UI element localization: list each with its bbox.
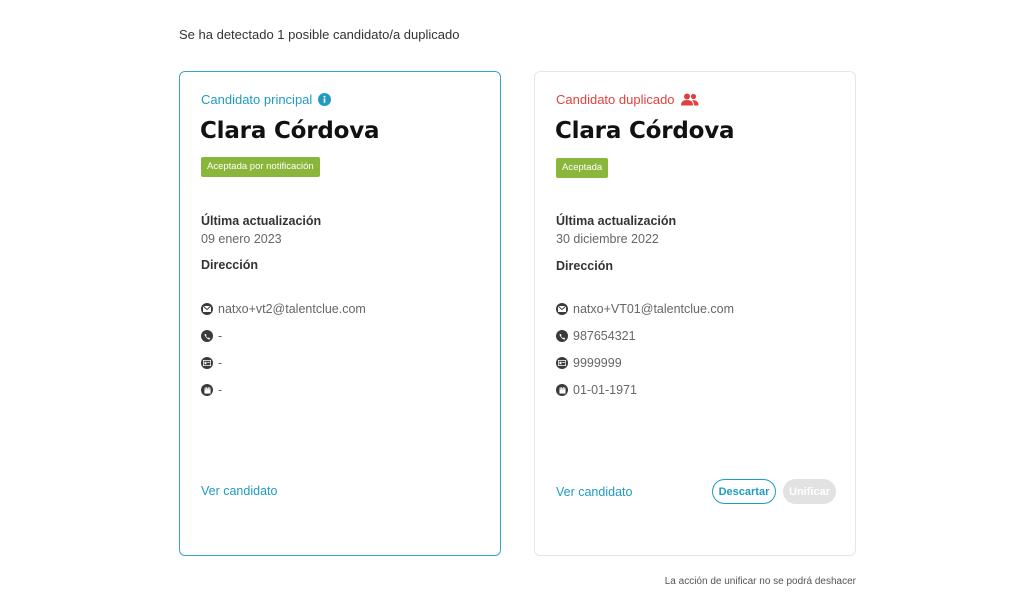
main-address-label: Dirección — [201, 258, 258, 272]
main-email: natxo+vt2@talentclue.com — [218, 302, 366, 316]
phone-icon — [201, 330, 213, 342]
main-id-doc: - — [218, 356, 223, 370]
duplicate-birthdate: 01-01-1971 — [573, 383, 637, 397]
id-card-icon — [201, 357, 213, 369]
duplicate-phone-row: 987654321 — [556, 329, 636, 343]
duplicate-status-badge: Aceptada — [556, 158, 609, 178]
envelope-icon — [201, 303, 213, 315]
phone-icon — [556, 330, 568, 342]
main-email-row: natxo+vt2@talentclue.com — [201, 302, 366, 316]
main-last-update-value: 09 enero 2023 — [201, 232, 282, 246]
discard-button[interactable]: Descartar — [712, 479, 776, 504]
main-last-update-label: Última actualización — [201, 214, 322, 228]
envelope-icon — [556, 303, 568, 315]
main-card-heading: Candidato principal — [201, 92, 332, 107]
duplicate-id-row: 9999999 — [556, 356, 622, 370]
duplicate-candidate-name: Clara Córdova — [555, 118, 735, 144]
duplicate-address-label: Dirección — [556, 259, 613, 273]
info-icon[interactable] — [318, 93, 332, 106]
duplicate-email-row: natxo+VT01@talentclue.com — [556, 302, 734, 316]
footer-warning: La acción de unificar no se podrá deshac… — [664, 576, 856, 587]
users-icon — [680, 93, 699, 106]
duplicate-candidate-card: Candidato duplicado Clara Córdova Acepta… — [534, 71, 856, 556]
duplicate-notice: Se ha detectado 1 posible candidato/a du… — [179, 27, 460, 42]
main-heading-label: Candidato principal — [201, 92, 313, 107]
duplicate-birthdate-row: 01-01-1971 — [556, 383, 637, 397]
main-view-candidate-link[interactable]: Ver candidato — [201, 484, 277, 498]
main-phone-row: - — [201, 329, 222, 343]
main-birthdate: - — [218, 383, 223, 397]
duplicate-email: natxo+VT01@talentclue.com — [573, 302, 735, 316]
duplicate-card-heading: Candidato duplicado — [556, 92, 699, 107]
main-phone: - — [218, 329, 223, 343]
main-birthdate-row: - — [201, 383, 222, 397]
duplicate-view-candidate-link[interactable]: Ver candidato — [556, 485, 632, 499]
calendar-icon — [201, 384, 213, 396]
main-candidate-name: Clara Córdova — [200, 118, 380, 144]
merge-button[interactable]: Unificar — [783, 479, 836, 504]
duplicate-heading-label: Candidato duplicado — [556, 92, 675, 107]
duplicate-last-update-value: 30 diciembre 2022 — [556, 232, 659, 246]
main-candidate-card: Candidato principal Clara Córdova Acepta… — [179, 71, 501, 556]
main-id-row: - — [201, 356, 222, 370]
duplicate-phone: 987654321 — [573, 329, 636, 343]
main-status-badge: Aceptada por notificación — [201, 157, 320, 177]
calendar-icon — [556, 384, 568, 396]
duplicate-id-doc: 9999999 — [573, 356, 622, 370]
duplicate-last-update-label: Última actualización — [556, 214, 677, 228]
id-card-icon — [556, 357, 568, 369]
